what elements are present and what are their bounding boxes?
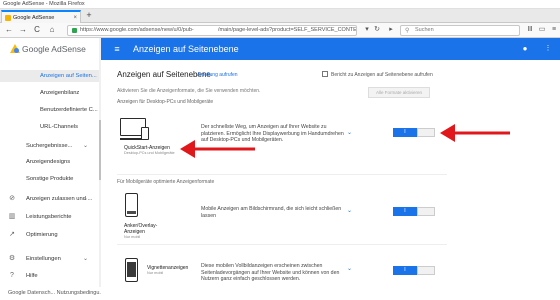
red-arrow-left [180, 140, 255, 158]
annotation-arrows [180, 124, 510, 158]
red-arrow-right [440, 124, 510, 142]
